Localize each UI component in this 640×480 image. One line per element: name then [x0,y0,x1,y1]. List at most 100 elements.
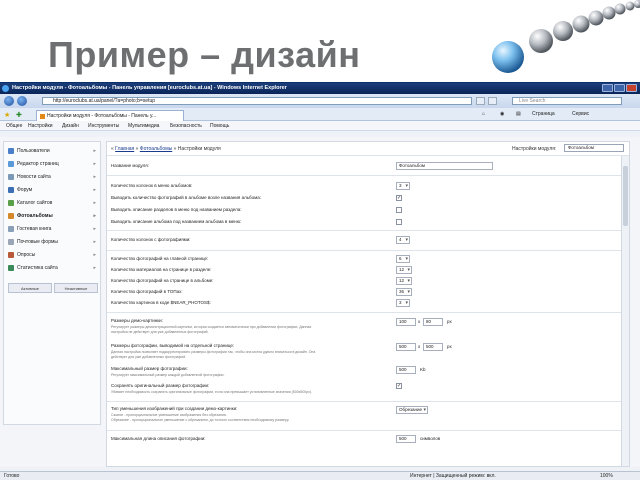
chevron-right-icon: ▸ [93,161,96,167]
sidebar-item-news[interactable]: Новости сайта ▸ [8,172,98,182]
back-arrow-icon[interactable] [4,96,14,106]
menu-item[interactable]: Общее [6,123,22,129]
menu-item[interactable]: Инструменты [88,123,119,129]
sidebar-tabs: Активные Неактивные [8,283,98,293]
photos-top-row: Количество фотографий в ТОПах: 36 [111,288,611,297]
print-icon[interactable]: ▤ [516,111,521,117]
demo-height-input[interactable]: 80 [423,318,443,326]
module-select[interactable]: Фотоальбом [564,144,624,152]
field-label: Количество колонок с фотографиями: [111,237,191,242]
sidebar-item-polls[interactable]: Опросы ▸ [8,250,98,260]
max-size-input[interactable]: 500 [396,366,416,374]
window-controls [602,84,637,92]
show-desc-sections-checkbox[interactable] [396,207,402,213]
breadcrumb-home[interactable]: Главная [115,146,134,152]
menu-item[interactable]: Дизайн [62,123,79,129]
window-titlebar: Настройки модуля - Фотоальбомы - Панель … [0,83,640,94]
demo-width-input[interactable]: 100 [396,318,416,326]
stop-icon[interactable] [488,97,497,105]
chevron-right-icon: ▸ [93,252,96,258]
images-code-select[interactable]: 3 [396,299,410,307]
sidebar-item-statistics[interactable]: Статистика сайта ▸ [8,263,98,273]
sidebar-item-mail-forms[interactable]: Почтовые формы ▸ [8,237,98,247]
photos-album-select[interactable]: 12 [396,277,412,285]
home-icon[interactable]: ⌂ [482,111,485,117]
sidebar-item-photoalbums[interactable]: Фотоальбомы ▸ [8,211,98,221]
divider [107,250,629,251]
breadcrumb-current: Настройки модуля [177,146,221,152]
chevron-right-icon: ▸ [93,226,96,232]
sidebar-item-guestbook[interactable]: Гостевая книга ▸ [8,224,98,234]
tab-active-modules[interactable]: Активные [8,283,52,293]
menu-item[interactable]: Настройки [28,123,53,129]
divider [107,230,629,231]
times-sign: x [418,344,421,349]
tab-bar: ★ ✚ Настройки модуля - Фотоальбомы - Пан… [0,108,640,121]
sidebar-item-page-editor[interactable]: Редактор страниц ▸ [8,159,98,169]
cols-photos-select[interactable]: 4 [396,236,410,244]
max-size-row: Максимальный размер фотографии: Регулиру… [111,365,611,381]
photo-width-input[interactable]: 500 [396,343,416,351]
field-label: Тип уменьшения изображений при создании … [111,406,238,411]
photos-top-select[interactable]: 36 [396,288,412,296]
field-label: Размеры фотографии, выводимой на отдельн… [111,343,235,348]
news-icon [8,174,14,180]
refresh-icon[interactable] [476,97,485,105]
module-name-input[interactable]: Фотоальбом [396,162,493,170]
images-code-row: Количество картинок в коде $NEAR_PHOTOS$… [111,299,611,308]
breadcrumb-section[interactable]: Фотоальбомы [140,146,172,152]
photos-main-select[interactable]: 6 [396,255,410,263]
menu-item[interactable]: Мультимедиа [128,123,159,129]
field-hint: Регулирует максимальный размер каждой до… [111,373,225,377]
tab-inactive-modules[interactable]: Неактивные [54,283,98,293]
field-label: Выводить количество фотографий в альбоме… [111,195,261,200]
scrollbar-thumb[interactable] [623,166,628,226]
max-desc-input[interactable]: 500 [396,435,416,443]
ie-logo-icon [2,85,9,92]
field-label: Количество фотографий на странице в альб… [111,278,214,283]
chevron-right-icon: ▸ [93,200,96,206]
favorites-star-icon[interactable]: ★ [4,111,10,119]
show-count-checkbox[interactable]: ✓ [396,195,402,201]
sidebar-item-catalog[interactable]: Каталог сайтов ▸ [8,198,98,208]
zoom-level[interactable]: 100% [600,472,613,480]
keep-original-checkbox[interactable]: ✓ [396,383,402,389]
forward-arrow-icon[interactable] [17,96,27,106]
menu-item[interactable]: Безопасность [170,123,202,129]
keep-original-row: Сохранять оригинальный размер фотографии… [111,382,611,398]
field-hint: Сжатие - пропорциональное уменьшение изо… [111,413,227,417]
module-name-row: Название модуля: Фотоальбом [111,162,611,171]
sidebar-item-forum[interactable]: Форум ▸ [8,185,98,195]
minimize-button[interactable] [602,84,613,92]
search-input[interactable]: Live Search [512,97,622,105]
status-text: Готово [4,473,20,479]
chevron-right-icon: ▸ [93,187,96,193]
module-sidebar: Пользователи ▸ Редактор страниц ▸ Новости … [3,141,101,425]
close-button[interactable] [626,84,637,92]
page-menu[interactable]: Страница [532,111,555,117]
reduce-type-select[interactable]: Обрезание [396,406,428,414]
address-row: http://euroclubs.at.ua/panel/?a=photo;b=… [0,94,640,108]
field-label: Количество колонок в меню альбомов: [111,183,193,188]
photo-height-input[interactable]: 500 [423,343,443,351]
menu-item[interactable]: Помощь [210,123,229,129]
tools-menu[interactable]: Сервис [572,111,589,117]
users-icon [8,148,14,154]
field-label: Название модуля: [111,163,149,168]
field-label: Количество картинок в коде $NEAR_PHOTOS$… [111,300,211,305]
address-bar[interactable]: http://euroclubs.at.ua/panel/?a=photo;b=… [42,97,472,105]
feeds-icon[interactable]: ◉ [500,111,504,117]
materials-section-select[interactable]: 12 [396,266,412,274]
add-favorite-icon[interactable]: ✚ [16,111,22,119]
cols-album-select[interactable]: 3 [396,182,410,190]
site-menu-bar: Общее Настройки Дизайн Инструменты Мульт… [0,121,640,131]
maximize-button[interactable] [614,84,625,92]
show-desc-album-checkbox[interactable] [396,219,402,225]
show-count-row: Выводить количество фотографий в альбоме… [111,194,611,203]
vertical-scrollbar[interactable] [621,156,629,466]
field-label: Выводить описание альбома под названием … [111,219,242,224]
status-bar: Готово Интернет | Защищенный режим: вкл.… [0,471,640,480]
tab-active[interactable]: Настройки модуля - Фотоальбомы - Панель … [36,110,184,121]
sidebar-item-users[interactable]: Пользователи ▸ [8,146,98,156]
settings-content: « Главная » Фотоальбомы » Настройки моду… [106,141,630,467]
